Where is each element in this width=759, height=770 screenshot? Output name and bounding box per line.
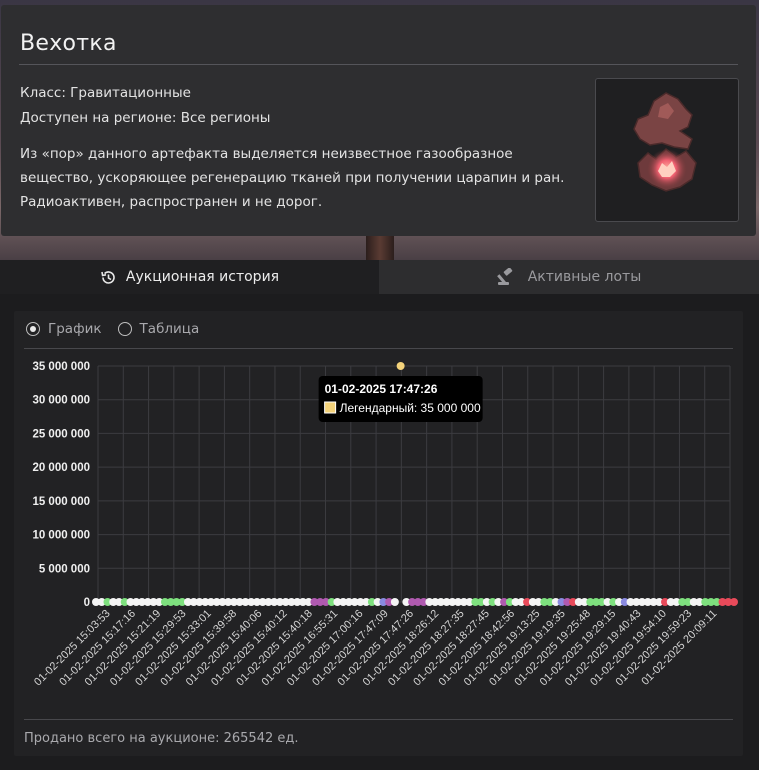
y-tick-label: 0 bbox=[84, 597, 90, 609]
y-tick-label: 25 000 000 bbox=[32, 428, 90, 440]
radio-chart[interactable] bbox=[26, 322, 40, 336]
view-toggle: График Таблица bbox=[26, 321, 215, 337]
artifact-description: Из «пор» данного артефакта выделяется не… bbox=[20, 146, 565, 210]
background-tower bbox=[366, 232, 394, 262]
radio-table-label[interactable]: Таблица bbox=[140, 321, 200, 337]
artifact-card: Вехотка Класс: Гравитационные Доступен н… bbox=[1, 5, 756, 236]
y-tick-label: 35 000 000 bbox=[32, 361, 90, 373]
data-point-exceptional bbox=[730, 598, 738, 606]
artifact-class: Класс: Гравитационные bbox=[20, 85, 191, 101]
tab-active-lots-label: Активные лоты bbox=[527, 269, 642, 285]
artifact-image bbox=[595, 78, 739, 222]
footer-divider bbox=[24, 719, 733, 720]
tab-active-lots[interactable]: Активные лоты bbox=[379, 260, 759, 294]
y-tick-label: 10 000 000 bbox=[32, 530, 90, 542]
tab-auction-history-label: Аукционная история bbox=[125, 269, 280, 285]
data-point-legendary bbox=[396, 362, 405, 370]
radio-chart-label[interactable]: График bbox=[48, 321, 102, 337]
tooltip-value: Легендарный: 35 000 000 bbox=[340, 401, 481, 415]
y-tick-label: 15 000 000 bbox=[32, 496, 90, 508]
y-tick-label: 30 000 000 bbox=[32, 395, 90, 407]
y-tick-label: 5 000 000 bbox=[39, 563, 90, 575]
gavel-icon bbox=[496, 268, 512, 285]
history-icon bbox=[101, 270, 115, 284]
price-chart[interactable]: 0 5 000 000 10 000 000 15 000 000 20 000 000… bbox=[14, 348, 743, 718]
tooltip-swatch bbox=[324, 401, 337, 414]
radio-table[interactable] bbox=[117, 322, 132, 336]
tab-bar: Аукционная история Активные лоты bbox=[0, 260, 759, 294]
title-divider bbox=[19, 64, 738, 65]
data-point-common bbox=[390, 598, 399, 606]
artifact-region: Доступен на регионе: Все регионы bbox=[20, 110, 271, 126]
tooltip-date: 01-02-2025 17:47:26 bbox=[325, 382, 438, 396]
artifact-title: Вехотка bbox=[20, 31, 117, 56]
total-sold: Продано всего на аукционе: 265542 ед. bbox=[24, 731, 299, 746]
y-tick-label: 20 000 000 bbox=[32, 462, 90, 474]
tab-auction-history[interactable]: Аукционная история bbox=[0, 260, 379, 294]
